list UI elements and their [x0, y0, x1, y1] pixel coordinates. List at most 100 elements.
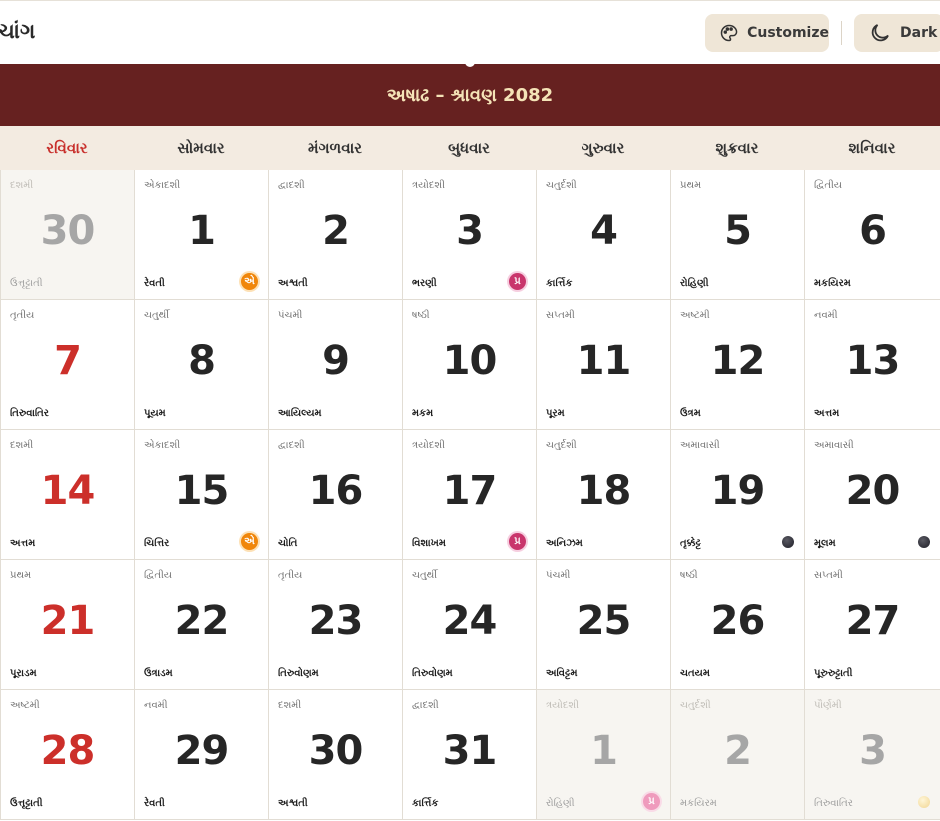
day-number: 3: [456, 208, 484, 254]
day-number: 12: [710, 338, 766, 384]
day-number: 2: [322, 208, 350, 254]
day-cell[interactable]: ત્રયોદશી 1 રોહિણી પ્ર: [537, 690, 671, 820]
weekday-tuesday: મંગળવાર: [307, 139, 362, 157]
day-cell[interactable]: પ્રથમ 5 રોહિણી: [671, 170, 805, 300]
day-grid: દશમી 30 ઉત્તૃટ્ટાતી એકાદશી 1 રેવતી એ દ્વાદશી 2 અશ…: [0, 170, 940, 820]
day-number: 21: [40, 598, 96, 644]
day-cell[interactable]: દ્વિતીય 6 મકયિરમ: [805, 170, 940, 300]
customize-label: Customize: [747, 25, 829, 41]
tithi-label: નવમી: [144, 700, 168, 711]
tithi-label: પ્રથમ: [10, 570, 32, 581]
nakshatra-label: ચિત્તિર: [144, 538, 170, 549]
day-cell[interactable]: ત્રયોદશી 17 વિશાખમ પ્ર: [403, 430, 537, 560]
tithi-label: દ્વિતીય: [814, 180, 843, 191]
day-cell[interactable]: ચતુર્થી 24 તિરુવોણમ: [403, 560, 537, 690]
day-cell[interactable]: દ્વિતીય 22 ઉત્રાડમ: [135, 560, 269, 690]
day-number: 7: [54, 338, 82, 384]
nakshatra-label: ભરણી: [412, 278, 437, 289]
nakshatra-label: કાર્ત્તિક: [546, 278, 573, 289]
tithi-label: તૃતીય: [10, 310, 35, 321]
day-cell[interactable]: ત્રયોદશી 3 ભરણી પ્ર: [403, 170, 537, 300]
nakshatra-label: ચતયમ: [680, 668, 710, 679]
day-number: 13: [845, 338, 901, 384]
day-cell[interactable]: ચતુર્દશી 4 કાર્ત્તિક: [537, 170, 671, 300]
tithi-label: ચતુર્દશી: [680, 700, 711, 711]
day-number: 14: [40, 468, 96, 514]
new-moon-icon: [782, 536, 794, 548]
customize-button[interactable]: Customize: [705, 14, 829, 52]
nakshatra-label: ઉત્રાડમ: [144, 668, 173, 679]
day-cell[interactable]: ચતુર્થી 8 પૂયમ: [135, 300, 269, 430]
day-cell[interactable]: દ્વાદશી 16 ચોતિ: [269, 430, 403, 560]
day-number: 22: [174, 598, 230, 644]
day-number: 20: [845, 468, 901, 514]
day-cell[interactable]: પંચમી 25 અવિટ્ટમ: [537, 560, 671, 690]
palette-icon: [720, 24, 738, 42]
ekadashi-badge: એ: [241, 273, 258, 290]
nakshatra-label: રેવતી: [144, 798, 165, 809]
tithi-label: દશમી: [10, 180, 34, 191]
day-cell[interactable]: અષ્ટમી 12 ઉત્રમ: [671, 300, 805, 430]
day-cell[interactable]: પંચમી 9 આયિલ્યમ: [269, 300, 403, 430]
day-cell[interactable]: અમાવાસી 20 મૂલમ: [805, 430, 940, 560]
tithi-label: ષષ્ઠી: [412, 310, 430, 321]
day-number: 15: [174, 468, 230, 514]
day-cell[interactable]: ચતુર્દશી 2 મકયિરમ: [671, 690, 805, 820]
tithi-label: પંચમી: [278, 310, 303, 321]
tithi-label: અમાવાસી: [814, 440, 854, 451]
day-cell[interactable]: તૃતીય 7 તિરુવાતિર: [1, 300, 135, 430]
dark-mode-button[interactable]: Dark: [854, 14, 940, 52]
pradosh-badge: પ્ર: [643, 793, 660, 810]
tithi-label: ચતુર્થી: [144, 310, 170, 321]
nakshatra-label: મકયિરમ: [680, 798, 717, 809]
top-bar: ચાંગ Customize Dark: [0, 0, 940, 65]
nakshatra-label: ઉત્તૃટ્ટાતી: [10, 798, 43, 809]
day-cell[interactable]: અષ્ટમી 28 ઉત્તૃટ્ટાતી: [1, 690, 135, 820]
nakshatra-label: કાર્ત્તિક: [412, 798, 439, 809]
day-number: 1: [188, 208, 216, 254]
weekday-wednesday: બુધવાર: [448, 139, 490, 157]
tithi-label: પ્રથમ: [680, 180, 702, 191]
day-cell[interactable]: દશમી 30 ઉત્તૃટ્ટાતી: [1, 170, 135, 300]
nakshatra-label: મકમ: [412, 408, 434, 419]
nakshatra-label: અશ્વતી: [278, 278, 308, 289]
tithi-label: પૌર્ણમી: [814, 700, 842, 711]
nakshatra-label: તિરુવોણમ: [412, 668, 453, 679]
day-cell[interactable]: નવમી 13 અત્તમ: [805, 300, 940, 430]
day-cell[interactable]: સપ્તમી 27 પૂરુરુટ્ટાતી: [805, 560, 940, 690]
nakshatra-label: અત્તમ: [814, 408, 840, 419]
nakshatra-label: ઉત્તૃટ્ટાતી: [10, 278, 43, 289]
full-moon-icon: [918, 796, 930, 808]
nakshatra-label: ચોતિ: [278, 538, 298, 549]
month-title: અષાઢ – શ્રાવણ 2082: [386, 84, 554, 106]
day-cell[interactable]: સપ્તમી 11 પૂરમ: [537, 300, 671, 430]
day-cell[interactable]: તૃતીય 23 તિરુવોણમ: [269, 560, 403, 690]
tithi-label: દશમી: [10, 440, 34, 451]
day-cell[interactable]: પ્રથમ 21 પૂરાડમ: [1, 560, 135, 690]
tithi-label: સપ્તમી: [546, 310, 575, 321]
tithi-label: ચતુર્દશી: [546, 440, 577, 451]
day-cell[interactable]: ષષ્ઠી 10 મકમ: [403, 300, 537, 430]
day-cell[interactable]: દશમી 14 અત્તમ: [1, 430, 135, 560]
day-number: 25: [576, 598, 632, 644]
day-cell[interactable]: ચતુર્દશી 18 અનિઝમ: [537, 430, 671, 560]
day-cell[interactable]: નવમી 29 રેવતી: [135, 690, 269, 820]
day-cell[interactable]: એકાદશી 15 ચિત્તિર એ: [135, 430, 269, 560]
day-cell[interactable]: અમાવાસી 19 તૃક્કેટ્ટ: [671, 430, 805, 560]
day-cell[interactable]: દશમી 30 અશ્વતી: [269, 690, 403, 820]
tithi-label: દશમી: [278, 700, 302, 711]
toolbar-divider: [841, 21, 842, 45]
day-cell[interactable]: દ્વાદશી 2 અશ્વતી: [269, 170, 403, 300]
weekday-sunday: રવિવાર: [46, 139, 88, 157]
nakshatra-label: તૃક્કેટ્ટ: [680, 538, 701, 549]
nakshatra-label: ઉત્રમ: [680, 408, 701, 419]
day-cell[interactable]: ષષ્ઠી 26 ચતયમ: [671, 560, 805, 690]
tithi-label: દ્વિતીય: [144, 570, 173, 581]
tithi-label: નવમી: [814, 310, 838, 321]
nakshatra-label: રેવતી: [144, 278, 165, 289]
day-cell[interactable]: પૌર્ણમી 3 તિરુવાતિર: [805, 690, 940, 820]
day-cell[interactable]: દ્વાદશી 31 કાર્ત્તિક: [403, 690, 537, 820]
day-cell[interactable]: એકાદશી 1 રેવતી એ: [135, 170, 269, 300]
day-number: 8: [188, 338, 216, 384]
day-number: 29: [174, 728, 230, 774]
